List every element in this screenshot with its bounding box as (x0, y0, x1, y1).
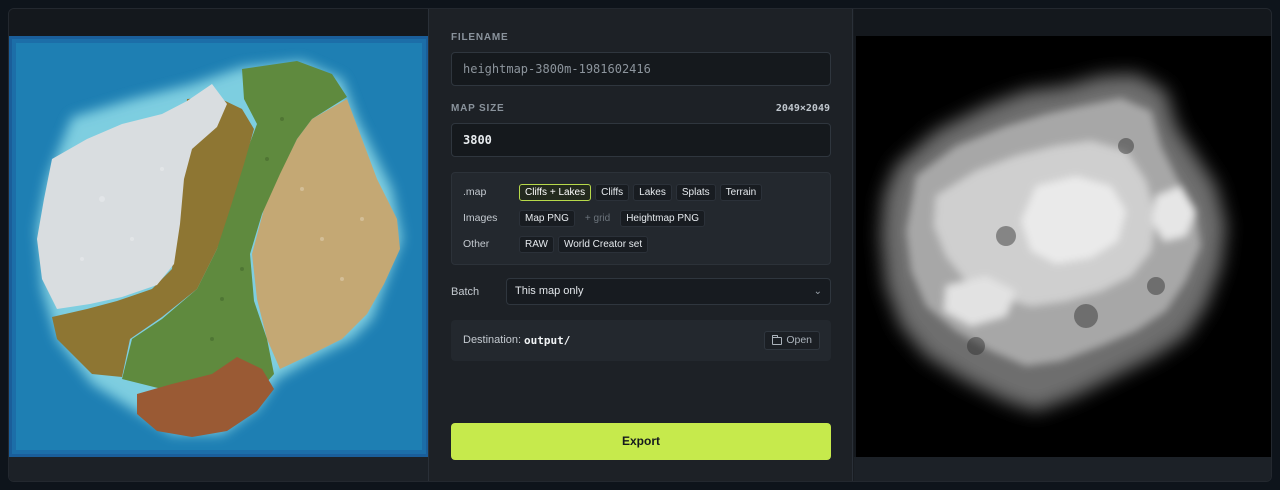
map-preview-panel (9, 9, 429, 481)
export-window: FILENAME heightmap-3800m-1981602416 MAP … (8, 8, 1272, 482)
batch-select[interactable]: This map only ⌄ (506, 278, 831, 305)
batch-label: Batch (451, 286, 480, 298)
export-button[interactable]: Export (451, 423, 831, 460)
chip-cliffs-lakes[interactable]: Cliffs + Lakes (519, 183, 592, 201)
heightmap-preview-panel (854, 9, 1271, 481)
map-size-label: MAP SIZE (451, 103, 505, 114)
export-format-options: .map Cliffs + Lakes Cliffs Lakes Splats … (451, 172, 831, 265)
open-folder-button[interactable]: Open (764, 331, 820, 350)
map-preview-image (9, 36, 429, 457)
destination-path: output/ (524, 334, 571, 347)
resolution-readout: 2049×2049 (775, 103, 830, 114)
chip-map-png[interactable]: Map PNG (519, 209, 575, 227)
destination-label: Destination: (463, 334, 522, 346)
other-row: Other RAW World Creator set (463, 235, 652, 253)
chip-lakes[interactable]: Lakes (633, 183, 672, 201)
images-row: Images Map PNG + grid Heightmap PNG (463, 209, 709, 227)
destination-bar: Destination: output/ Open (451, 320, 831, 361)
chip-raw[interactable]: RAW (519, 235, 554, 253)
heightmap-footer (854, 457, 1271, 481)
filename-input[interactable]: heightmap-3800m-1981602416 (451, 52, 831, 86)
batch-selected-value: This map only (515, 285, 584, 297)
folder-icon (772, 334, 783, 345)
heightmap-preview-image (856, 36, 1271, 457)
chip-cliffs[interactable]: Cliffs (595, 183, 630, 201)
other-label: Other (463, 238, 490, 250)
map-format-row: .map Cliffs + Lakes Cliffs Lakes Splats … (463, 183, 766, 201)
chip-terrain[interactable]: Terrain (719, 183, 763, 201)
map-format-label: .map (463, 186, 487, 198)
chip-grid[interactable]: + grid (579, 210, 616, 227)
chip-splats[interactable]: Splats (675, 183, 716, 201)
chip-world-creator-set[interactable]: World Creator set (557, 235, 649, 253)
images-label: Images (463, 212, 498, 224)
filename-label: FILENAME (451, 32, 509, 43)
export-settings-panel: FILENAME heightmap-3800m-1981602416 MAP … (428, 9, 853, 481)
preview-footer (9, 457, 428, 481)
map-size-input[interactable]: 3800 (451, 123, 831, 157)
chip-heightmap-png[interactable]: Heightmap PNG (620, 209, 706, 227)
chevron-down-icon: ⌄ (813, 286, 822, 297)
open-button-label: Open (786, 334, 812, 346)
